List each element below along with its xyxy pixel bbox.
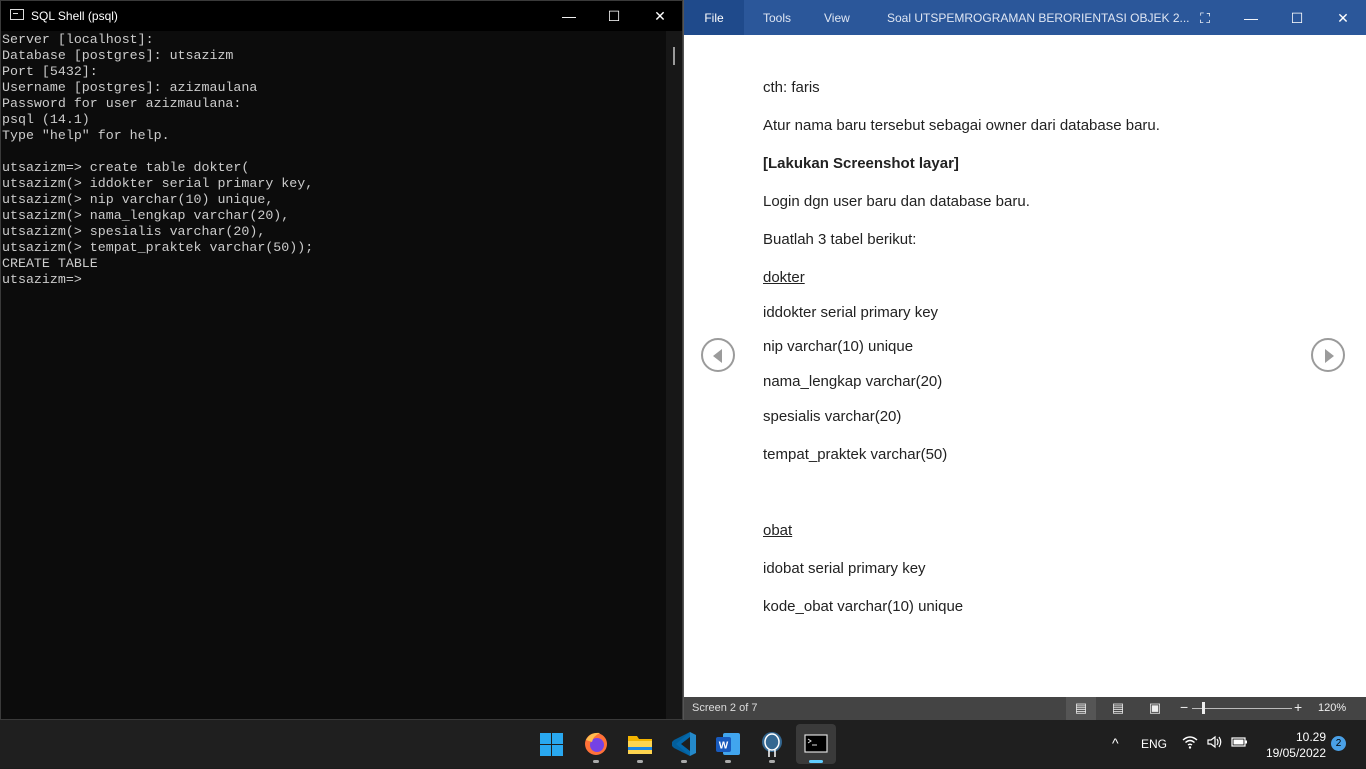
terminal-line: utsazizm(> spesialis varchar(20), — [2, 224, 266, 239]
minimize-button[interactable]: — — [546, 1, 592, 31]
terminal-line: CREATE TABLE — [2, 256, 98, 271]
print-layout-icon[interactable]: ▤ — [1103, 697, 1133, 720]
tab-view[interactable]: View — [824, 0, 850, 35]
ribbon: File Tools View Soal UTSPEMROGRAMAN BERO… — [684, 0, 1366, 35]
pgadmin-icon[interactable] — [752, 724, 792, 764]
terminal-line: utsazizm(> tempat_praktek varchar(50)); — [2, 240, 314, 255]
doc-field: nama_lengkap varchar(20) — [763, 373, 943, 390]
terminal-line: Username [postgres]: azizmaulana — [2, 80, 258, 95]
scroll-thumb[interactable] — [673, 47, 675, 65]
close-button[interactable]: ✕ — [637, 1, 683, 31]
word-window[interactable]: File Tools View Soal UTSPEMROGRAMAN BERO… — [683, 0, 1366, 720]
doc-field: spesialis varchar(20) — [763, 408, 902, 425]
minimize-button[interactable]: — — [1228, 0, 1274, 35]
doc-paragraph-bold: [Lakukan Screenshot layar] — [763, 155, 959, 172]
start-button[interactable] — [531, 724, 571, 764]
read-mode-icon[interactable]: ▤ — [1066, 697, 1096, 720]
wifi-icon[interactable] — [1182, 734, 1198, 755]
terminal-line: psql (14.1) — [2, 112, 90, 127]
doc-field: iddokter serial primary key — [763, 304, 939, 321]
psql-titlebar[interactable]: SQL Shell (psql) — ☐ ✕ — [1, 1, 682, 31]
next-page-button[interactable] — [1311, 338, 1345, 372]
doc-paragraph: Login dgn user baru dan database baru. — [763, 193, 1030, 210]
terminal-line: utsazizm(> iddokter serial primary key, — [2, 176, 314, 191]
close-button[interactable]: ✕ — [1320, 0, 1366, 35]
terminal-output[interactable]: Server [localhost]: Database [postgres]: … — [2, 32, 666, 720]
language-indicator[interactable]: ENG — [1141, 737, 1167, 751]
doc-field: nip varchar(10) unique — [763, 338, 914, 355]
maximize-button[interactable]: ☐ — [591, 1, 637, 31]
taskbar: W ^ ENG 10.29 19/05/2022 — [0, 720, 1366, 768]
terminal-line: utsazizm(> nama_lengkap varchar(20), — [2, 208, 290, 223]
doc-paragraph: Buatlah 3 tabel berikut: — [763, 231, 917, 248]
word-icon[interactable]: W — [708, 724, 748, 764]
terminal-line: Server [localhost]: — [2, 32, 154, 47]
doc-field: tempat_praktek varchar(50) — [763, 446, 948, 463]
terminal-line: Database [postgres]: utsazizm — [2, 48, 234, 63]
firefox-icon[interactable] — [576, 724, 616, 764]
file-explorer-icon[interactable] — [620, 724, 660, 764]
status-bar: Screen 2 of 7 ▤ ▤ ▣ − + 120% — [684, 697, 1366, 720]
zoom-in-button[interactable]: + — [1294, 699, 1302, 715]
psql-window[interactable]: SQL Shell (psql) — ☐ ✕ Server [localhost… — [0, 0, 683, 720]
zoom-slider[interactable] — [1192, 708, 1292, 709]
window-title: SQL Shell (psql) — [31, 9, 118, 23]
terminal-line: utsazizm=> — [2, 272, 82, 287]
terminal-icon[interactable] — [796, 724, 836, 764]
tab-tools[interactable]: Tools — [763, 0, 791, 35]
terminal-line: Type "help" for help. — [2, 128, 170, 143]
terminal-line: Port [5432]: — [2, 64, 98, 79]
terminal-line: utsazizm(> nip varchar(10) unique, — [2, 192, 274, 207]
zoom-out-button[interactable]: − — [1180, 699, 1188, 715]
doc-field: kode_obat varchar(10) unique — [763, 598, 964, 615]
clock-date[interactable]: 19/05/2022 — [1246, 746, 1326, 760]
doc-heading-obat: obat — [763, 522, 793, 539]
document-title: Soal UTSPEMROGRAMAN BERORIENTASI OBJEK 2… — [887, 11, 1190, 25]
previous-page-button[interactable] — [701, 338, 735, 372]
document-page: cth: faris Atur nama baru tersebut sebag… — [684, 35, 1366, 697]
zoom-level[interactable]: 120% — [1318, 702, 1346, 714]
volume-icon[interactable] — [1206, 734, 1224, 755]
zoom-slider-thumb[interactable] — [1202, 702, 1205, 714]
doc-field: idobat serial primary key — [763, 560, 926, 577]
maximize-button[interactable]: ☐ — [1274, 0, 1320, 35]
web-layout-icon[interactable]: ▣ — [1140, 697, 1170, 720]
tab-file[interactable]: File — [684, 0, 744, 35]
console-app-icon — [10, 9, 24, 20]
tray-chevron-icon[interactable]: ^ — [1112, 735, 1119, 751]
notification-badge[interactable]: 2 — [1331, 736, 1346, 751]
svg-text:W: W — [719, 741, 729, 752]
clock-time[interactable]: 10.29 — [1270, 730, 1326, 744]
arrow-right-icon — [1325, 349, 1334, 363]
terminal-line: utsazizm=> create table dokter( — [2, 160, 250, 175]
terminal-scrollbar[interactable] — [666, 31, 682, 719]
screen-indicator: Screen 2 of 7 — [692, 702, 758, 714]
doc-heading-dokter: dokter — [763, 269, 805, 286]
terminal-line: Password for user azizmaulana: — [2, 96, 242, 111]
fit-window-icon[interactable]: ⛶ — [1182, 0, 1228, 35]
doc-paragraph: cth: faris — [763, 79, 820, 96]
arrow-left-icon — [713, 349, 722, 363]
vscode-icon[interactable] — [664, 724, 704, 764]
doc-paragraph: Atur nama baru tersebut sebagai owner da… — [763, 117, 1160, 134]
